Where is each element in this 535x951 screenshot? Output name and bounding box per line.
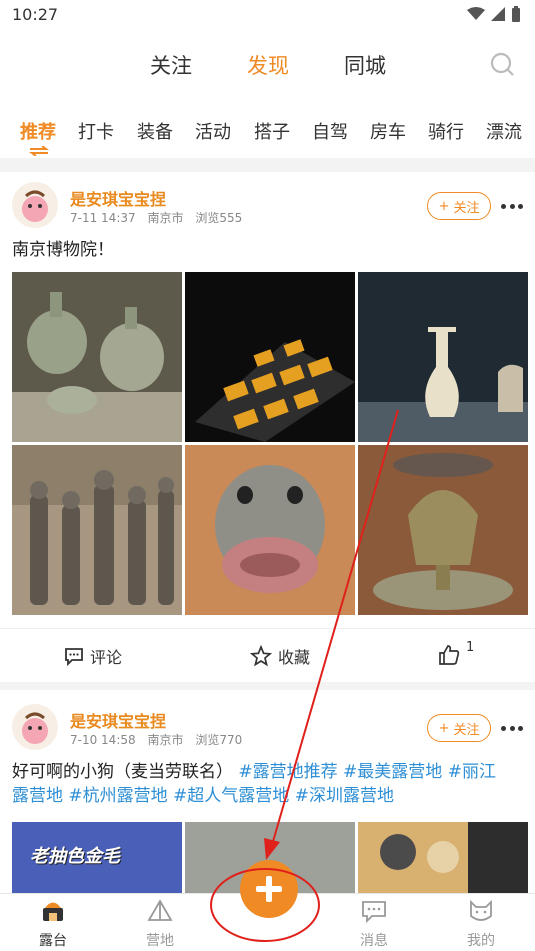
photo-carved-face[interactable] — [185, 445, 355, 615]
category-cycling[interactable]: 骑行 — [428, 118, 464, 144]
tab-label: 我的 — [467, 933, 495, 949]
category-gear[interactable]: 装备 — [137, 118, 173, 144]
comment-label: 评论 — [90, 648, 123, 667]
photo-grid — [12, 272, 528, 616]
collect-button[interactable]: 收藏 — [250, 644, 310, 668]
tab-profile[interactable]: 我的 — [451, 898, 511, 950]
photo-gold-plaques[interactable] — [185, 272, 355, 442]
tent-home-icon — [43, 902, 63, 921]
post-city: 南京市 — [147, 211, 184, 225]
more-options-icon[interactable] — [501, 204, 523, 210]
tab-campsite[interactable]: 营地 — [130, 898, 190, 950]
more-options-icon[interactable] — [501, 726, 523, 732]
camp-icon — [147, 899, 173, 921]
tab-label: 消息 — [360, 933, 388, 949]
tab-following[interactable]: 关注 — [150, 50, 192, 80]
photo-clay-figurines[interactable] — [12, 445, 182, 615]
message-icon — [362, 901, 386, 924]
avatar[interactable] — [12, 182, 58, 228]
status-time: 10:27 — [12, 5, 59, 24]
top-navigation: 关注 发现 同城 — [0, 30, 535, 100]
tab-label: 营地 — [146, 933, 174, 949]
tab-lutai[interactable]: 露台 — [23, 898, 83, 950]
feed-post: 是安琪宝宝捏 7-11 14:37 南京市 浏览555 + 关注 南京博物院！ … — [0, 172, 535, 682]
post-meta: 7-10 14:58 南京市 浏览770 — [70, 731, 250, 748]
post-username[interactable]: 是安琪宝宝捏 — [70, 708, 166, 732]
post-text-body: 好可啊的小狗（麦当劳联名） — [12, 762, 233, 782]
star-icon — [250, 645, 272, 667]
photo-white-vase[interactable] — [358, 272, 528, 442]
post-text: 南京博物院！ — [12, 240, 114, 260]
photo-incense-burner[interactable] — [358, 445, 528, 615]
category-recommend[interactable]: 推荐 — [20, 118, 56, 144]
post-hashtags-line2[interactable]: 露营地 #杭州露营地 #超人气露营地 #深圳露营地 — [12, 786, 394, 806]
battery-icon — [512, 6, 520, 22]
post-city: 南京市 — [147, 733, 184, 747]
category-checkin[interactable]: 打卡 — [78, 118, 114, 144]
post-username[interactable]: 是安琪宝宝捏 — [70, 186, 166, 210]
photo-toy-figures[interactable] — [358, 822, 528, 893]
collect-label: 收藏 — [278, 648, 311, 667]
post-views: 浏览770 — [195, 733, 243, 747]
tab-messages[interactable]: 消息 — [344, 898, 404, 950]
follow-button[interactable]: + 关注 — [427, 714, 491, 742]
avatar[interactable] — [12, 704, 58, 750]
tab-local[interactable]: 同城 — [344, 50, 386, 80]
photo-caption: 老抽色金毛 — [30, 846, 120, 867]
category-rv[interactable]: 房车 — [370, 118, 406, 144]
photo-ceramic-jars[interactable] — [12, 272, 182, 442]
create-post-button[interactable] — [240, 860, 298, 918]
follow-label: 关注 — [453, 200, 480, 216]
post-date: 7-11 14:37 — [70, 211, 136, 225]
active-tab-indicator — [29, 146, 49, 156]
post-actions: 评论 收藏 1 — [0, 628, 535, 680]
post-hashtags-line1[interactable]: #露营地推荐 #最美露营地 #丽江 — [238, 762, 496, 782]
post-views: 浏览555 — [195, 211, 243, 225]
follow-label: 关注 — [453, 722, 480, 738]
comment-icon — [65, 648, 83, 666]
follow-button[interactable]: + 关注 — [427, 192, 491, 220]
category-selfdrive[interactable]: 自驾 — [312, 118, 348, 144]
tab-discover[interactable]: 发现 — [247, 50, 289, 80]
category-buddies[interactable]: 搭子 — [254, 118, 290, 144]
tab-label: 露台 — [39, 933, 67, 949]
signal-icon — [491, 7, 505, 21]
post-text: 好可啊的小狗（麦当劳联名） #露营地推荐 #最美露营地 #丽江 露营地 #杭州露… — [12, 760, 523, 808]
photo-golden-dog[interactable]: 老抽色金毛 — [12, 822, 182, 893]
post-date: 7-10 14:58 — [70, 733, 136, 747]
wifi-icon — [467, 7, 485, 20]
thumbs-up-icon — [439, 645, 460, 665]
plus-icon — [256, 876, 282, 902]
system-icons — [467, 6, 521, 22]
cat-profile-icon — [470, 899, 492, 921]
category-events[interactable]: 活动 — [195, 118, 231, 144]
search-icon[interactable] — [489, 51, 515, 77]
comment-button[interactable]: 评论 — [64, 644, 122, 668]
post-meta: 7-11 14:37 南京市 浏览555 — [70, 209, 250, 226]
category-rafting[interactable]: 漂流 — [486, 118, 522, 144]
category-tabs: 推荐 打卡 装备 活动 搭子 自驾 房车 骑行 漂流 — [0, 100, 535, 158]
like-button[interactable]: 1 — [438, 640, 474, 666]
status-bar: 10:27 — [0, 0, 535, 30]
like-count: 1 — [466, 639, 475, 655]
